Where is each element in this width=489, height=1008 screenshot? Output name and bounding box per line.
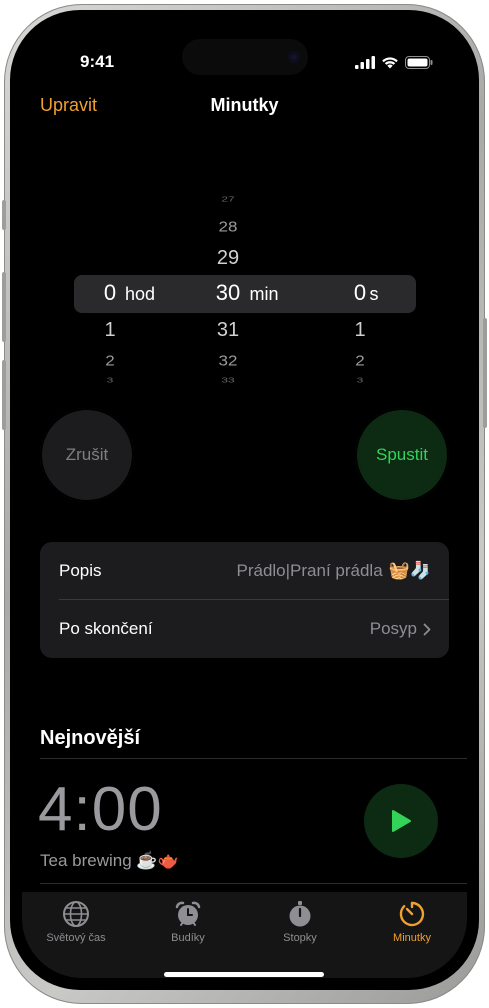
timer-settings-card: Popis Prádlo|Praní prádla 🧺🧦 Po skončení… bbox=[40, 542, 449, 658]
start-button-label: Spustit bbox=[376, 445, 428, 464]
minutes-below-1: 31 bbox=[216, 319, 240, 341]
recent-item-label: Tea brewing ☕🫖 bbox=[40, 851, 179, 870]
when-done-title: Po skončení bbox=[59, 619, 153, 638]
seconds-below-2: 2 bbox=[355, 352, 365, 369]
label-row-value: Prádlo|Praní prádla bbox=[236, 561, 383, 580]
when-done-value: Posyp bbox=[369, 619, 417, 638]
play-icon bbox=[392, 810, 411, 832]
tab-stopwatch-label: Stopky bbox=[283, 932, 317, 944]
battery-icon bbox=[405, 56, 433, 69]
seconds-unit: s bbox=[369, 284, 379, 304]
minutes-above-3: 29 bbox=[216, 247, 240, 269]
screen: 9:41 Upravit Minutky 0 hod 1 2 3 27 28 2… bbox=[22, 22, 467, 978]
recents-divider-bottom bbox=[40, 883, 467, 884]
label-row[interactable]: Popis Prádlo|Praní prádla 🧺🧦 bbox=[40, 542, 449, 600]
chevron-right-icon bbox=[423, 623, 431, 635]
start-button[interactable]: Spustit bbox=[355, 408, 449, 502]
tab-world-clock[interactable]: Světový čas bbox=[26, 900, 126, 944]
minutes-above-2: 28 bbox=[218, 218, 238, 235]
minutes-above-1: 27 bbox=[221, 194, 235, 204]
tab-bar: Světový čas Budíky Stopky Minutky bbox=[22, 892, 467, 978]
recent-play-button[interactable] bbox=[364, 784, 438, 858]
label-row-title: Popis bbox=[59, 561, 102, 580]
tab-timers[interactable]: Minutky bbox=[362, 900, 462, 944]
page-title: Minutky bbox=[210, 95, 279, 115]
hours-below-2: 2 bbox=[105, 352, 115, 369]
cancel-button-label: Zrušit bbox=[65, 445, 109, 464]
camera-icon bbox=[288, 51, 300, 63]
tab-timers-label: Minutky bbox=[393, 932, 431, 944]
recents-title: Nejnovější bbox=[40, 727, 141, 749]
hours-selected: 0 bbox=[103, 280, 117, 305]
tab-alarms[interactable]: Budíky bbox=[138, 900, 238, 944]
hours-below-3: 3 bbox=[106, 375, 114, 385]
timer-icon bbox=[399, 901, 425, 927]
cancel-button[interactable]: Zrušit bbox=[40, 408, 134, 502]
when-done-row[interactable]: Po skončení Posyp bbox=[40, 600, 449, 658]
globe-icon bbox=[63, 901, 89, 927]
hours-below-1: 1 bbox=[104, 319, 116, 341]
label-row-emoji: 🧺🧦 bbox=[388, 561, 431, 580]
action-button bbox=[2, 200, 6, 230]
hours-unit: hod bbox=[124, 284, 156, 304]
minutes-selected: 30 bbox=[215, 280, 241, 305]
seconds-below-1: 1 bbox=[354, 319, 366, 341]
minutes-below-2: 32 bbox=[218, 352, 238, 369]
minutes-unit: min bbox=[249, 284, 279, 304]
minutes-below-3: 33 bbox=[221, 375, 235, 385]
recents-divider-top bbox=[40, 758, 467, 759]
tab-stopwatch[interactable]: Stopky bbox=[250, 900, 350, 944]
wifi-icon bbox=[382, 57, 398, 69]
tab-world-clock-label: Světový čas bbox=[46, 932, 106, 944]
volume-down-button bbox=[2, 360, 6, 430]
seconds-selected: 0 bbox=[353, 280, 367, 305]
status-time: 9:41 bbox=[80, 52, 115, 71]
volume-up-button bbox=[2, 272, 6, 342]
status-icons bbox=[355, 56, 433, 69]
power-button bbox=[483, 318, 487, 428]
tab-alarms-label: Budíky bbox=[171, 932, 205, 944]
alarm-clock-icon bbox=[175, 901, 201, 926]
recent-item-time: 4:00 bbox=[38, 775, 163, 844]
home-indicator[interactable] bbox=[164, 972, 324, 977]
label-row-value-wrap: Prádlo|Praní prádla 🧺🧦 bbox=[236, 561, 431, 581]
stopwatch-icon bbox=[289, 901, 311, 927]
cellular-signal-icon bbox=[355, 56, 375, 69]
seconds-below-3: 3 bbox=[356, 375, 364, 385]
when-done-value-wrap: Posyp bbox=[370, 619, 431, 639]
